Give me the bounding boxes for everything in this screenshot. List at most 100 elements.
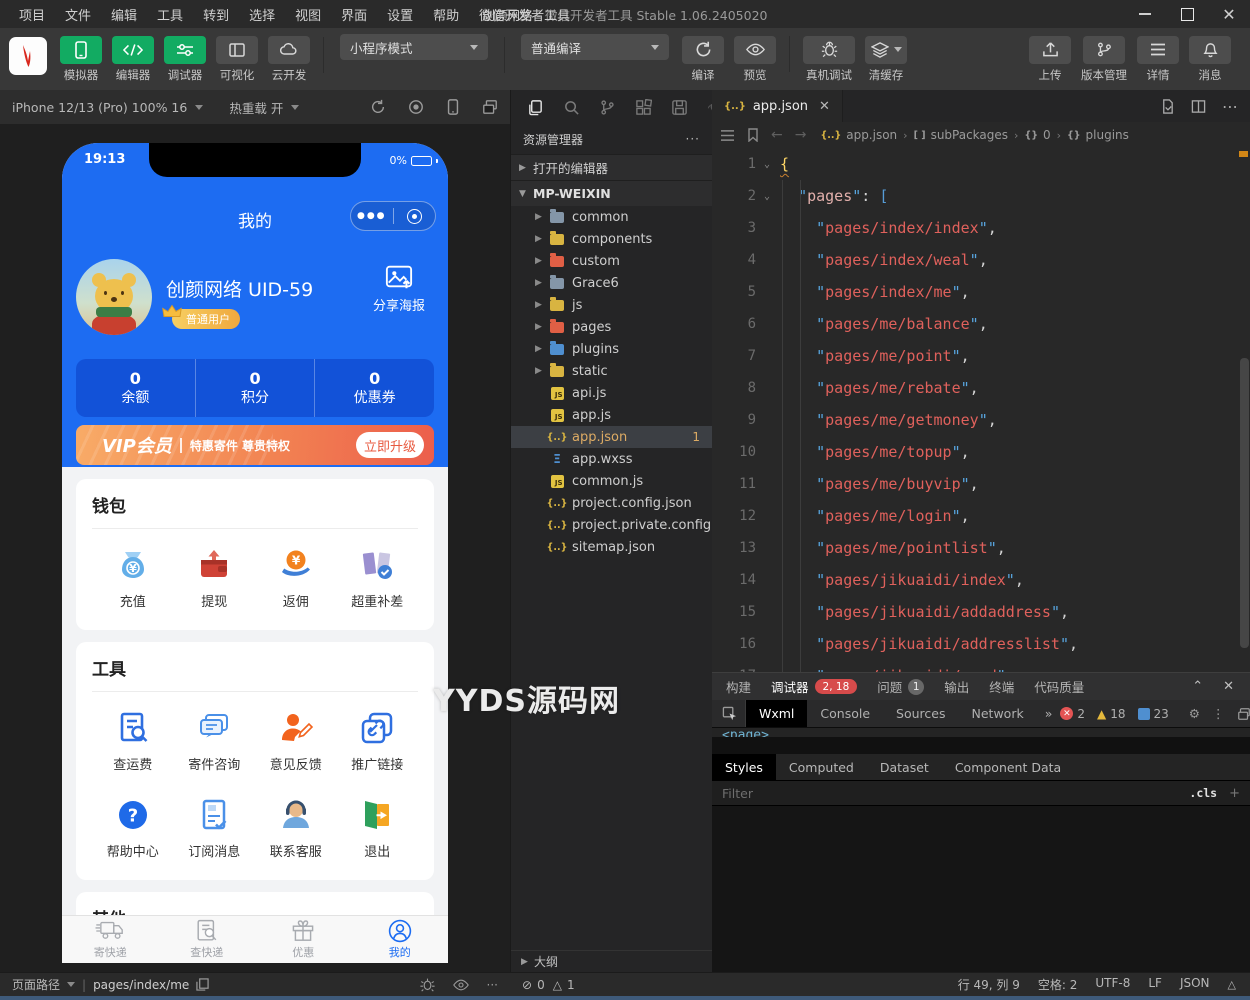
tab-tab-search[interactable]: 查快递 [159,916,256,963]
code-line-10[interactable]: 10 "pages/me/topup", [712,436,1250,468]
code-line-1[interactable]: 1 ⌄ { [712,148,1250,180]
tree-item-components[interactable]: ▶ components [511,228,712,250]
filter-input[interactable]: Filter [722,786,753,801]
explorer-more-icon[interactable]: ··· [686,132,700,146]
grid-item-link[interactable]: 推广链接 [337,710,419,773]
more-actions-icon[interactable]: ⋯ [1222,97,1238,116]
tree-item-static[interactable]: ▶ static [511,360,712,382]
code-line-4[interactable]: 4 "pages/index/weal", [712,244,1250,276]
tree-item-app-js[interactable]: JS app.js [511,404,712,426]
forward-icon[interactable]: → [795,127,807,143]
breadcrumb-item-0[interactable]: {..} app.json [820,128,897,142]
styles-tab-Dataset[interactable]: Dataset [867,754,942,780]
debugger-tab-终端[interactable]: 终端 [979,673,1024,700]
minimize-button[interactable] [1124,0,1166,28]
tab-gift[interactable]: 优惠 [255,916,352,963]
breadcrumb-item-2[interactable]: {} 0 [1024,128,1050,142]
toolbar-code-button[interactable]: 编辑器 [112,35,154,83]
styles-tab-Styles[interactable]: Styles [712,754,776,780]
vip-banner[interactable]: VIP会员 特惠寄件 尊贵特权 立即升级 [76,425,434,465]
open-preview-icon[interactable] [1160,98,1175,114]
code-line-2[interactable]: 2 ⌄ "pages": [ [712,180,1250,212]
toolbar-bell-button[interactable]: 消息 [1189,35,1231,83]
status-item-1[interactable]: 空格: 2 [1038,976,1078,993]
tab-truck[interactable]: 寄快递 [62,916,159,963]
editor-scrollbar[interactable] [1240,358,1249,648]
menu-item-5[interactable]: 选择 [240,3,284,26]
tab-user[interactable]: 我的 [352,916,449,963]
code-line-5[interactable]: 5 "pages/index/me", [712,276,1250,308]
warning-count-icon[interactable]: ▲ [1097,707,1106,721]
status-item-4[interactable]: JSON [1180,976,1210,993]
tree-item-plugins[interactable]: ▶ plugins [511,338,712,360]
status-bar-problems[interactable]: ⊘ 0 △ 1 [510,973,712,1000]
avatar[interactable] [76,259,152,335]
bookmark-icon[interactable] [747,128,759,142]
grid-item-wallet[interactable]: 提现 [174,547,256,610]
debugger-tab-调试器[interactable]: 调试器 2, 18 [761,673,867,700]
grid-item-subscribe[interactable]: 订阅消息 [174,797,256,860]
outline-list-icon[interactable] [720,129,735,142]
status-item-2[interactable]: UTF-8 [1095,976,1130,993]
compile-select[interactable]: 普通编译 [521,34,669,60]
add-style-icon[interactable]: + [1229,786,1240,801]
breadcrumb-item-3[interactable]: {} plugins [1067,128,1129,142]
grid-item-exit[interactable]: 退出 [337,797,419,860]
menu-item-0[interactable]: 项目 [10,3,54,26]
menu-item-6[interactable]: 视图 [286,3,330,26]
menu-item-1[interactable]: 文件 [56,3,100,26]
toolbar-eye-button[interactable]: 预览 [734,35,776,83]
toolbar-phone-button[interactable]: 模拟器 [60,35,102,83]
exit-button[interactable] [394,208,436,224]
share-poster-button[interactable]: 分享海报 [364,263,434,314]
user-level-badge[interactable]: 普通用户 [162,304,240,329]
code-line-7[interactable]: 7 "pages/me/point", [712,340,1250,372]
toolbar-branch-button[interactable]: 版本管理 [1081,35,1127,83]
multi-window-icon[interactable] [482,99,498,115]
toolbar-layout-button[interactable]: 可视化 [216,35,258,83]
devtools-menu-icon[interactable]: ⋮ [1212,706,1225,721]
project-root-section[interactable]: ▼ MP-WEIXIN [511,180,712,206]
split-editor-icon[interactable] [1191,99,1206,114]
tree-item-custom[interactable]: ▶ custom [511,250,712,272]
tree-item-project-private-config-js-[interactable]: {..} project.private.config.js... [511,514,738,536]
code-line-6[interactable]: 6 "pages/me/balance", [712,308,1250,340]
tree-item-sitemap-json[interactable]: {..} sitemap.json [511,536,712,558]
phone-scroll-body[interactable]: 钱包 ¥ 充值 提现 ¥ 返佣 超重补差 工具 查运费 寄件咨询 意见反馈 推广… [62,467,448,915]
status-item-3[interactable]: LF [1148,976,1162,993]
hot-reload-toggle[interactable]: 热重载 开 [229,98,300,117]
inspect-element-icon[interactable] [712,700,746,727]
app-logo[interactable] [9,37,47,75]
tab-app-json[interactable]: {..} app.json ✕ [712,90,843,122]
menu-item-4[interactable]: 转到 [194,3,238,26]
upgrade-button[interactable]: 立即升级 [356,432,424,458]
debugger-tab-输出[interactable]: 输出 [934,673,979,700]
more-menu-button[interactable]: ●●● [351,211,393,221]
code-line-11[interactable]: 11 "pages/me/buyvip", [712,468,1250,500]
extensions-icon[interactable] [635,98,652,116]
grid-item-help[interactable]: ? 帮助中心 [92,797,174,860]
undock-icon[interactable] [1237,707,1250,721]
code-line-14[interactable]: 14 "pages/jikuaidi/index", [712,564,1250,596]
devtools-tab-Sources[interactable]: Sources [883,700,958,727]
devtools-settings-icon[interactable]: ⚙ [1189,706,1200,721]
styles-tab-Computed[interactable]: Computed [776,754,867,780]
grid-item-feedback[interactable]: 意见反馈 [255,710,337,773]
fold-icon[interactable]: ⌄ [756,191,778,202]
code-line-13[interactable]: 13 "pages/me/pointlist", [712,532,1250,564]
devtools-tab-Wxml[interactable]: Wxml [746,700,808,727]
outline-section[interactable]: ▶ 大纲 [511,950,712,972]
tree-item-common[interactable]: ▶ common [511,206,712,228]
toolbar-layers-button[interactable]: 清缓存 [865,35,907,83]
menu-item-10[interactable]: 微信开发者工具 [470,3,579,26]
page-path-label[interactable]: 页面路径 [12,976,60,993]
close-tab-icon[interactable]: ✕ [819,99,830,114]
vconsole-bug-icon[interactable] [419,977,435,992]
collapse-panel-icon[interactable]: ⌃ [1192,679,1203,694]
stat-优惠券[interactable]: 0 优惠券 [314,359,434,417]
toolbar-cloud-button[interactable]: 云开发 [268,35,310,83]
menu-item-9[interactable]: 帮助 [424,3,468,26]
menu-item-8[interactable]: 设置 [378,3,422,26]
grid-item-coin[interactable]: ¥ 返佣 [255,547,337,610]
grid-item-chat[interactable]: 寄件咨询 [174,710,256,773]
